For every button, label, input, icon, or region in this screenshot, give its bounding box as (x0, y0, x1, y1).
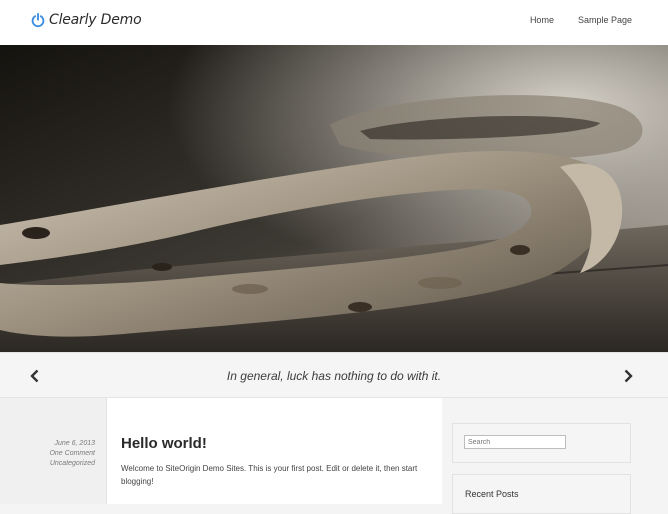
site-logo[interactable]: Clearly Demo (31, 12, 142, 28)
post-meta-column: June 6, 2013 One Comment Uncategorized (0, 398, 107, 504)
post-date-link[interactable]: June 6, 2013 (49, 439, 95, 449)
post-content-area: Hello world! Welcome to SiteOrigin Demo … (107, 398, 442, 504)
site-header: Clearly Demo Home Sample Page (0, 0, 668, 45)
recent-posts-title: Recent Posts (465, 489, 519, 499)
hero-slider (0, 45, 668, 352)
slider-caption: In general, luck has nothing to do with … (226, 369, 442, 383)
power-icon (31, 12, 45, 27)
nav-home-link[interactable]: Home (530, 15, 554, 25)
slider-caption-bar: In general, luck has nothing to do with … (0, 352, 668, 398)
search-widget (452, 423, 631, 463)
search-input[interactable] (464, 435, 566, 449)
main-nav: Home Sample Page (530, 15, 632, 25)
chevron-right-icon[interactable] (621, 368, 635, 384)
horseshoe-photo (0, 45, 668, 352)
post-category-link[interactable]: Uncategorized (49, 459, 95, 469)
post-title[interactable]: Hello world! (121, 435, 207, 452)
site-title[interactable]: Clearly Demo (49, 12, 142, 28)
post-excerpt: Welcome to SiteOrigin Demo Sites. This i… (121, 464, 418, 486)
post-meta: June 6, 2013 One Comment Uncategorized (49, 439, 95, 469)
post-comments-link[interactable]: One Comment (49, 449, 95, 459)
nav-sample-page-link[interactable]: Sample Page (578, 15, 632, 25)
recent-posts-widget: Recent Posts (452, 474, 631, 514)
